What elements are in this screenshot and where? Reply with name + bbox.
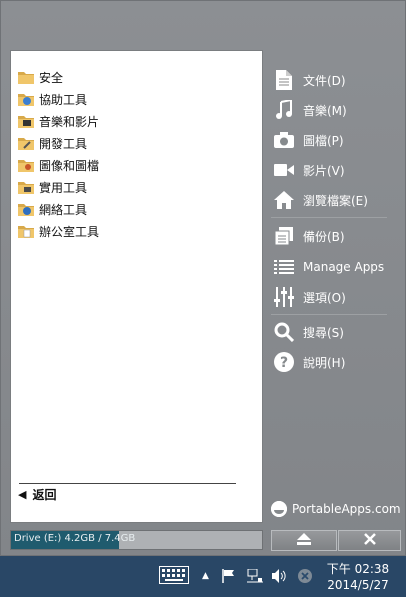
help-icon: ? <box>273 351 295 373</box>
portableapps-menu: 安全 協助工具 音樂和影片 開發工具 圖像和圖檔 實用工具 網絡工具 辦公室工具… <box>0 0 406 556</box>
menu-help[interactable]: ? 說明(H) <box>273 349 345 375</box>
list-icon <box>273 256 295 278</box>
clock-time: 下午 02:38 <box>326 562 390 576</box>
sliders-icon <box>273 286 295 308</box>
show-hidden-icons-icon[interactable]: ▲ <box>202 571 209 581</box>
app-category-list: 安全 協助工具 音樂和影片 開發工具 圖像和圖檔 實用工具 網絡工具 辦公室工具… <box>10 50 263 523</box>
portableapps-logo-icon <box>271 501 287 517</box>
back-arrow-icon: ◀ <box>18 488 27 501</box>
menu-options-label: 選項(O) <box>303 290 346 305</box>
menu-separator <box>271 314 387 315</box>
menu-music[interactable]: 音樂(M) <box>273 97 347 123</box>
category-security[interactable]: 安全 <box>18 67 63 87</box>
taskbar-clock[interactable]: 下午 02:38 2014/5/27 <box>318 561 398 593</box>
menu-videos-label: 影片(V) <box>303 163 345 178</box>
menu-manage-apps[interactable]: Manage Apps <box>273 254 384 280</box>
folder-icon <box>18 160 34 172</box>
menu-search[interactable]: 搜尋(S) <box>273 319 344 345</box>
menu-manage-apps-label: Manage Apps <box>303 260 385 274</box>
folder-icon <box>18 94 34 106</box>
menu-documents-label: 文件(D) <box>303 73 346 88</box>
menu-videos[interactable]: 影片(V) <box>273 157 345 183</box>
back-label: 返回 <box>32 488 57 502</box>
back-separator <box>19 483 236 484</box>
portableapps-link[interactable]: PortableApps.com <box>271 501 401 517</box>
folder-icon <box>18 138 34 150</box>
back-button[interactable]: ◀ 返回 <box>18 486 56 503</box>
category-label: 實用工具 <box>39 180 88 195</box>
category-accessibility[interactable]: 協助工具 <box>18 89 87 109</box>
menu-documents[interactable]: 文件(D) <box>273 67 346 93</box>
folder-icon <box>18 72 34 84</box>
menu-backup[interactable]: 備份(B) <box>273 223 345 249</box>
menu-separator <box>271 217 387 218</box>
menu-search-label: 搜尋(S) <box>303 325 344 340</box>
menu-music-label: 音樂(M) <box>303 103 347 118</box>
category-label: 開發工具 <box>39 136 88 151</box>
category-internet[interactable]: 網絡工具 <box>18 199 87 219</box>
folder-icon <box>18 204 34 216</box>
menu-pictures[interactable]: 圖檔(P) <box>273 127 344 153</box>
close-icon <box>363 533 376 548</box>
menu-help-label: 說明(H) <box>303 355 346 370</box>
category-label: 辦公室工具 <box>39 224 100 239</box>
folder-icon <box>18 116 34 128</box>
eject-icon <box>297 533 311 548</box>
category-label: 圖像和圖檔 <box>39 158 100 173</box>
backup-icon <box>273 225 295 247</box>
folder-icon <box>18 182 34 194</box>
menu-pictures-label: 圖檔(P) <box>303 133 344 148</box>
category-development[interactable]: 開發工具 <box>18 133 87 153</box>
drive-usage-bar: Drive (E:) 4.2GB / 7.4GB <box>10 530 263 550</box>
category-music-video[interactable]: 音樂和影片 <box>18 111 99 131</box>
network-icon[interactable] <box>247 568 263 586</box>
keyboard-icon[interactable] <box>159 566 189 587</box>
menu-explore[interactable]: 瀏覽檔案(E) <box>273 187 368 213</box>
category-office[interactable]: 辦公室工具 <box>18 221 99 241</box>
search-icon <box>273 321 295 343</box>
category-label: 安全 <box>39 70 64 85</box>
volume-icon[interactable] <box>272 569 288 586</box>
power-off-icon[interactable] <box>298 569 312 586</box>
folder-icon <box>18 226 34 238</box>
category-graphics[interactable]: 圖像和圖檔 <box>18 155 99 175</box>
close-button[interactable] <box>338 530 401 551</box>
video-camera-icon <box>273 159 295 181</box>
category-label: 網絡工具 <box>39 202 88 217</box>
portableapps-link-label: PortableApps.com <box>292 502 401 516</box>
clock-date: 2014/5/27 <box>327 578 389 592</box>
camera-icon <box>273 129 295 151</box>
document-icon <box>273 69 295 91</box>
eject-button[interactable] <box>271 530 337 551</box>
menu-backup-label: 備份(B) <box>303 229 345 244</box>
drive-usage-text: Drive (E:) 4.2GB / 7.4GB <box>14 533 136 544</box>
category-label: 音樂和影片 <box>39 114 100 129</box>
music-note-icon <box>273 99 295 121</box>
menu-options[interactable]: 選項(O) <box>273 284 346 310</box>
category-label: 協助工具 <box>39 92 88 107</box>
svg-text:?: ? <box>280 355 288 371</box>
category-utilities[interactable]: 實用工具 <box>18 177 87 197</box>
flag-icon[interactable] <box>222 569 236 586</box>
menu-explore-label: 瀏覽檔案(E) <box>303 193 368 208</box>
home-icon <box>273 189 295 211</box>
